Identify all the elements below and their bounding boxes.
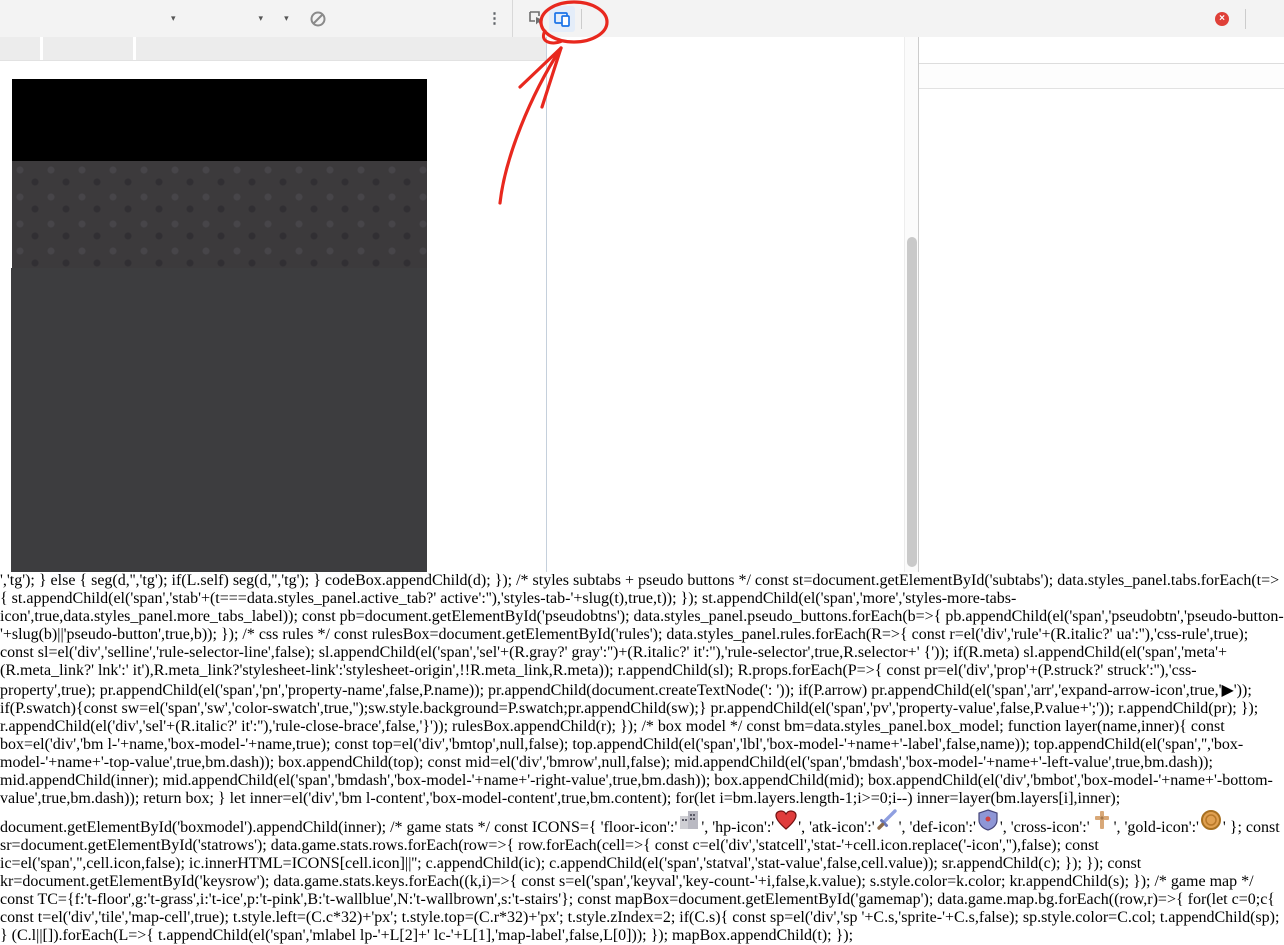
box-model-diagram[interactable]	[919, 89, 1284, 115]
game-map[interactable]	[11, 268, 427, 572]
elements-panel	[546, 37, 919, 572]
scrollbar-up-icon[interactable]	[905, 37, 919, 41]
devtools-window: ▾ ▾ ▾ ⋮	[0, 0, 1284, 572]
emulated-page-area	[0, 37, 546, 572]
chevron-down-icon: ▾	[171, 13, 176, 24]
devtools-tabbar: ×	[513, 0, 1284, 37]
device-select[interactable]: ▾	[166, 13, 176, 24]
device-toolbar: ▾ ▾ ▾ ⋮	[0, 0, 513, 37]
devtools-topbar: ▾ ▾ ▾ ⋮	[0, 0, 1284, 38]
styles-sidebar	[918, 37, 1284, 572]
scrollbar-thumb[interactable]	[907, 237, 917, 567]
elements-scrollbar[interactable]	[904, 37, 919, 572]
devtools-content	[0, 37, 1284, 572]
chevron-down-icon: ▾	[284, 13, 289, 24]
rotate-icon[interactable]	[309, 10, 327, 28]
device-menu-icon[interactable]: ⋮	[487, 11, 502, 26]
toggle-device-toolbar-icon[interactable]	[549, 6, 575, 32]
inspect-element-icon[interactable]	[523, 6, 549, 32]
media-query-bar[interactable]	[0, 37, 546, 61]
network-throttle-select[interactable]: ▾	[279, 13, 289, 24]
game-viewport[interactable]	[12, 79, 428, 572]
game-status-bar	[12, 161, 427, 268]
game-keys-row	[12, 171, 427, 175]
chevron-down-icon: ▾	[259, 13, 264, 24]
toolbar-divider	[1245, 9, 1246, 29]
styles-filter-row	[919, 64, 1284, 89]
styles-filter-input[interactable]	[927, 68, 1277, 84]
zoom-select[interactable]: ▾	[254, 13, 264, 24]
game-canvas-black-area[interactable]	[12, 79, 427, 161]
toolbar-divider	[581, 9, 582, 29]
error-count-badge[interactable]: ×	[1209, 12, 1239, 26]
error-icon: ×	[1215, 12, 1229, 26]
game-stat-rows	[12, 161, 427, 171]
styles-subtabs	[919, 37, 1284, 64]
